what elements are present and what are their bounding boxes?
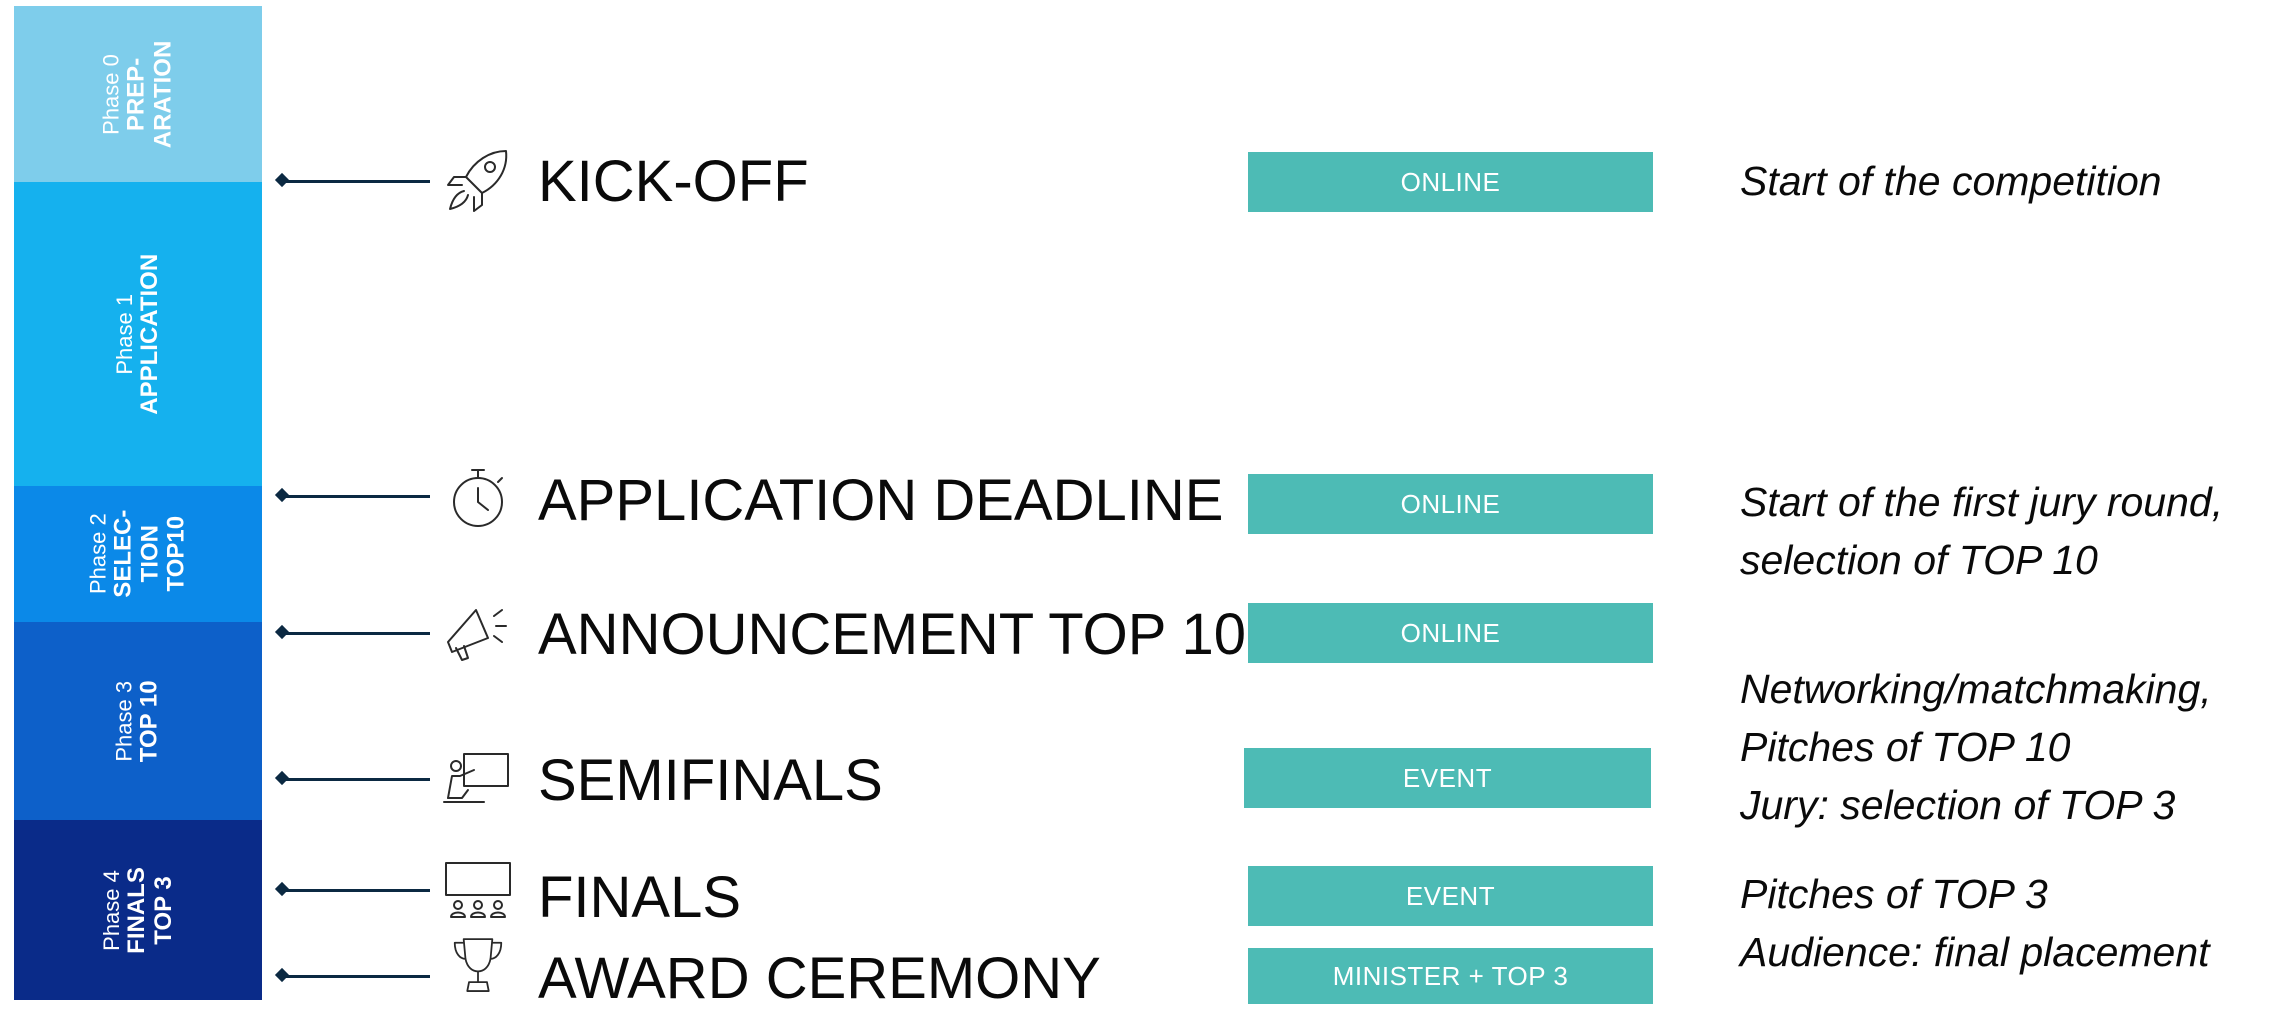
phase-number: Phase 4 (98, 869, 124, 951)
timeline-connector (282, 889, 430, 892)
milestone-finals-label: FINALS (538, 865, 742, 930)
description-line: Pitches of TOP 10 (1740, 724, 2071, 770)
timeline-connector (282, 495, 430, 498)
description-line: Jury: selection of TOP 3 (1740, 782, 2176, 828)
milestone-semifinals-badge: EVENT (1244, 748, 1651, 808)
milestone-kickoff-badge: ONLINE (1248, 152, 1653, 212)
milestone-announcement-label: ANNOUNCEMENT TOP 10 (538, 602, 1247, 667)
phase-number: Phase 1 (111, 293, 137, 375)
description-line: Start of the competition (1740, 158, 2162, 204)
phase-number: Phase 3 (111, 680, 137, 762)
description-line: selection of TOP 10 (1740, 537, 2098, 583)
phase-number: Phase 2 (85, 513, 111, 595)
description-line: Start of the first jury round, (1740, 479, 2224, 525)
timeline-connector (282, 778, 430, 781)
phase-name: APPLICATION (135, 253, 163, 415)
timeline-connector (282, 632, 430, 635)
stopwatch-icon (440, 460, 516, 536)
trophy-icon (440, 932, 516, 1000)
milestone-announcement-badge: ONLINE (1248, 603, 1653, 663)
stage-audience-icon (440, 853, 516, 929)
phase-name: SELEC- TION TOP10 (109, 509, 190, 598)
description-line: Pitches of TOP 3 (1740, 871, 2048, 917)
description-top10: Networking/matchmaking, Pitches of TOP 1… (1740, 660, 2212, 834)
milestone-deadline-label: APPLICATION DEADLINE (538, 468, 1224, 533)
phase-name: TOP 10 (135, 680, 163, 762)
phase-1-block: Phase 1 APPLICATION (14, 182, 262, 486)
timeline-connector (282, 975, 430, 978)
description-line: Audience: final placement (1740, 929, 2210, 975)
milestone-finals-badge: EVENT (1248, 866, 1653, 926)
timeline-connector (282, 180, 430, 183)
description-deadline: Start of the first jury round, selection… (1740, 473, 2223, 589)
milestone-award-label: AWARD CEREMONY (538, 946, 1101, 1011)
milestone-semifinals-label: SEMIFINALS (538, 748, 883, 813)
description-kickoff: Start of the competition (1740, 152, 2162, 210)
description-line: Networking/matchmaking, (1740, 666, 2212, 712)
phase-2-block: Phase 2 SELEC- TION TOP10 (14, 486, 262, 622)
presentation-icon (440, 742, 516, 818)
phase-0-block: Phase 0 PREP- ARATION (14, 6, 262, 182)
milestone-award-badge: MINISTER + TOP 3 (1248, 948, 1653, 1004)
milestone-deadline-badge: ONLINE (1248, 474, 1653, 534)
phase-4-block: Phase 4 FINALS TOP 3 (14, 820, 262, 1000)
description-finals: Pitches of TOP 3 Audience: final placeme… (1740, 865, 2210, 981)
phase-name: FINALS TOP 3 (122, 866, 177, 954)
phase-number: Phase 0 (98, 53, 124, 135)
phase-name: PREP- ARATION (122, 40, 177, 148)
milestone-kickoff-label: KICK-OFF (538, 149, 809, 214)
megaphone-icon (440, 596, 516, 672)
rocket-icon (440, 143, 516, 219)
phase-3-block: Phase 3 TOP 10 (14, 622, 262, 820)
